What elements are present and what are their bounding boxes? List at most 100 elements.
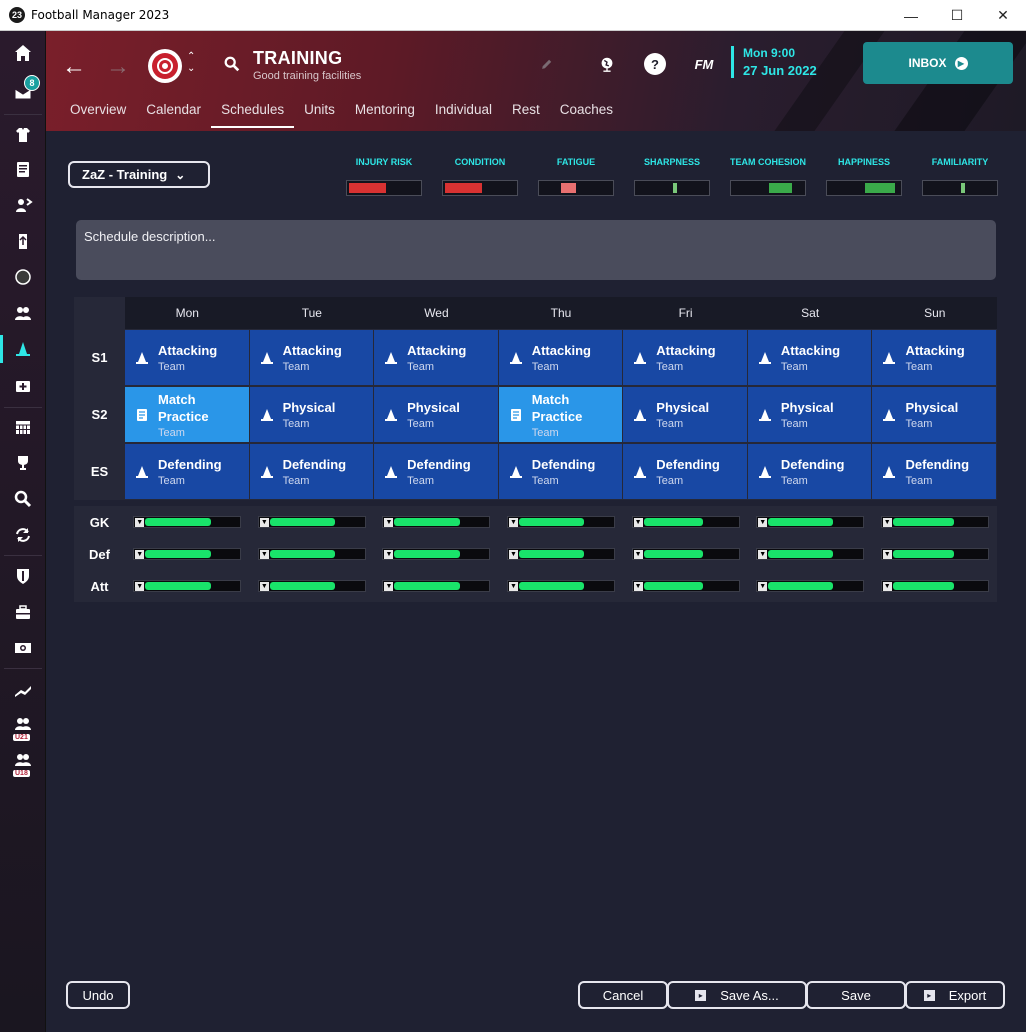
workload-bar: ▼ [257, 548, 366, 560]
session-title: Match Practice [531, 391, 583, 424]
session-cell[interactable]: Attacking Team [623, 330, 747, 385]
meter-fill [769, 183, 793, 193]
tab-overview[interactable]: Overview [60, 102, 136, 128]
session-cell[interactable]: Physical Team [872, 387, 997, 442]
forward-arrow-icon[interactable]: → [106, 53, 130, 81]
session-cell[interactable]: Attacking Team [374, 330, 498, 385]
fm-logo[interactable]: FM [691, 53, 717, 75]
session-cell[interactable]: Attacking Team [747, 330, 872, 385]
workload-icon: ▼ [509, 517, 518, 527]
meter-fill [673, 183, 677, 193]
session-cell[interactable]: Physical Team [747, 387, 872, 442]
session-title: Defending [905, 457, 970, 472]
transfers-icon[interactable] [0, 187, 46, 223]
session-cell[interactable]: Attacking Team [498, 330, 623, 385]
session-cell[interactable]: Physical Team [374, 387, 498, 442]
back-arrow-icon[interactable]: ← [62, 53, 86, 81]
inbox-button[interactable]: INBOX ▶ [863, 42, 1013, 84]
meter-team-cohesion: TEAM COHESION [720, 157, 816, 196]
workload-fill [394, 518, 460, 526]
meter-fill [865, 183, 896, 193]
home-icon[interactable] [0, 35, 46, 71]
inbox-icon[interactable]: 8 [0, 73, 46, 109]
tactics-icon[interactable] [0, 151, 46, 187]
session-unit: Team [531, 426, 559, 439]
session-cell[interactable]: Physical Team [623, 387, 747, 442]
undo-button[interactable]: Undo [66, 981, 130, 1009]
session-unit: Team [407, 361, 435, 373]
session-cell[interactable]: Defending Team [124, 444, 249, 499]
session-cell[interactable]: Defending Team [623, 444, 747, 499]
session-cell[interactable]: Attacking Team [124, 330, 249, 385]
schedule-description-input[interactable]: Schedule description... [76, 220, 996, 280]
workload-fill [768, 582, 834, 590]
calendar-icon[interactable] [0, 409, 46, 445]
tab-calendar[interactable]: Calendar [136, 102, 211, 128]
competitions-icon[interactable] [0, 445, 46, 481]
search-icon[interactable] [221, 53, 243, 75]
inbox-label: INBOX [908, 56, 947, 70]
meter-bar [346, 180, 422, 196]
schedule-grid: Mon Tue Wed Thu Fri Sat Sun S1 Attacking Team Att… [74, 297, 997, 602]
tab-units[interactable]: Units [294, 102, 345, 128]
scouting-icon[interactable] [0, 481, 46, 517]
training-icon[interactable] [0, 331, 46, 367]
session-cell[interactable]: Defending Team [872, 444, 997, 499]
development-icon[interactable] [0, 671, 46, 707]
finances-icon[interactable] [0, 630, 46, 666]
minimize-button[interactable]: — [888, 0, 934, 31]
session-unit: Team [157, 361, 185, 373]
maximize-button[interactable]: ☐ [934, 0, 980, 31]
session-cell[interactable]: Defending Team [249, 444, 374, 499]
training-impact-meters: INJURY RISK CONDITION FATIGUE SHARPNESS TEAM… [336, 157, 1008, 196]
help-icon[interactable]: ? [644, 53, 666, 75]
tab-mentoring[interactable]: Mentoring [345, 102, 425, 128]
squad-icon[interactable] [0, 117, 46, 153]
session-unit: Team [407, 418, 435, 430]
club-switch-icon[interactable]: ⌃ ⌄ [187, 51, 195, 75]
session-cell[interactable]: Match Practice Team [124, 387, 249, 442]
session-cell[interactable]: Attacking Team [872, 330, 997, 385]
match-icon[interactable] [0, 259, 46, 295]
club-info-icon[interactable] [0, 558, 46, 594]
workload-fill [145, 582, 211, 590]
save-button[interactable]: Save [806, 981, 906, 1009]
club-vision-icon[interactable] [0, 594, 46, 630]
schedule-dropdown[interactable]: ZaZ - Training ⌄ [68, 161, 210, 188]
transfer-exchange-icon[interactable] [0, 517, 46, 553]
tab-coaches[interactable]: Coaches [550, 102, 623, 128]
session-title: Attacking [157, 343, 218, 358]
club-logo[interactable] [148, 49, 182, 83]
workload-icon: ▼ [633, 549, 643, 559]
day-header: Wed [424, 306, 449, 320]
edit-pencil-icon[interactable] [536, 53, 558, 75]
session-row-s1: S1 Attacking Team Attacking Team Attacking Tea… [74, 329, 997, 386]
tab-rest[interactable]: Rest [502, 102, 550, 128]
dynamics-icon[interactable] [0, 223, 46, 259]
close-button[interactable]: ✕ [980, 0, 1026, 31]
session-cell[interactable]: Defending Team [498, 444, 623, 499]
world-icon[interactable] [596, 53, 618, 75]
workload-fill [643, 582, 704, 590]
medical-icon[interactable] [0, 367, 46, 403]
session-cell[interactable]: Attacking Team [249, 330, 374, 385]
tab-schedules[interactable]: Schedules [211, 102, 295, 128]
export-button[interactable]: ▸ Export [905, 981, 1005, 1009]
session-label: S2 [91, 407, 108, 422]
session-cell[interactable]: Match Practice Team [498, 387, 623, 442]
session-cell[interactable]: Physical Team [249, 387, 374, 442]
meter-bar [826, 180, 902, 196]
export-label: Export [948, 987, 987, 1003]
match-practice-icon [135, 408, 149, 422]
cancel-button[interactable]: Cancel [578, 981, 668, 1009]
training-cone-icon [384, 408, 398, 422]
tab-individual[interactable]: Individual [425, 102, 502, 128]
staff-icon[interactable] [0, 295, 46, 331]
session-cell[interactable]: Defending Team [374, 444, 498, 499]
u21-squad-icon[interactable]: U21 [0, 707, 46, 743]
session-cell[interactable]: Defending Team [747, 444, 872, 499]
meter-bar [730, 180, 806, 196]
session-unit: Team [780, 475, 808, 487]
save-as-button[interactable]: ▸ Save As... [667, 981, 807, 1009]
u18-squad-icon[interactable]: U18 [0, 743, 46, 779]
